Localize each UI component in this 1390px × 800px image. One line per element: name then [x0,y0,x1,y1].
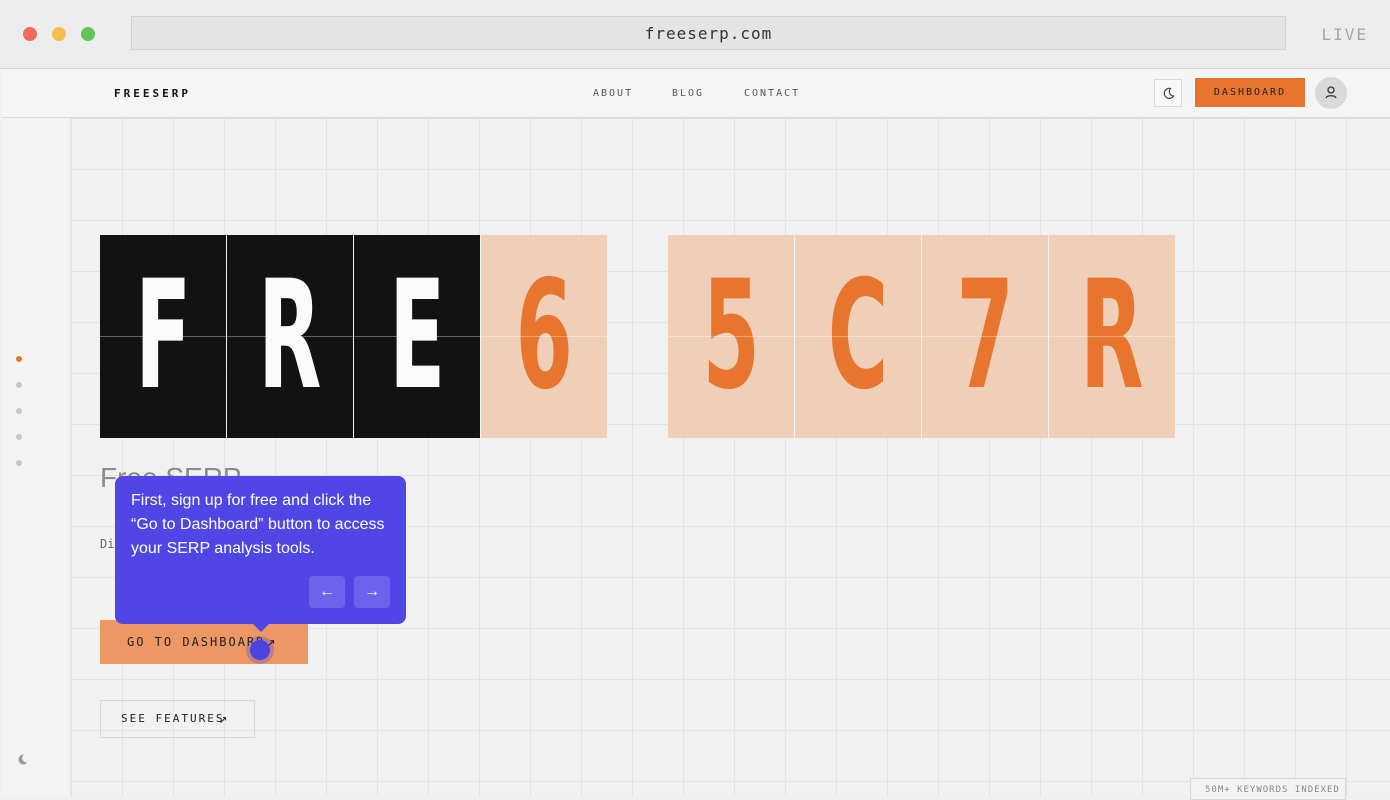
hero-tile-6: C [795,235,921,438]
section-dot-1[interactable] [16,356,22,362]
nav-link-about[interactable]: ABOUT [593,88,633,99]
section-sidebar [2,118,71,796]
hero-tile-8: R [1049,235,1175,438]
see-features-button[interactable]: SEE FEATURES ↗ [100,700,255,738]
hero-tile-5: 5 [668,235,794,438]
minimize-window-button[interactable] [52,27,66,41]
hero-tile-2: R [227,235,353,438]
nav-link-contact[interactable]: CONTACT [744,88,800,99]
keywords-indexed-badge: 50M+ KEYWORDS INDEXED [1190,778,1346,800]
arrow-right-icon: → [364,583,380,600]
hero-tile-7: 7 [922,235,1048,438]
hero-tile-3: E [354,235,480,438]
moon-icon [1163,87,1175,99]
section-dot-2[interactable] [16,382,22,388]
user-avatar-button[interactable] [1315,77,1347,109]
section-dot-4[interactable] [16,434,22,440]
maximize-window-button[interactable] [81,27,95,41]
nav-link-blog[interactable]: BLOG [672,88,704,99]
moon-icon [18,754,28,765]
pointer-cursor [250,640,270,660]
hero-tile-1: F [100,235,226,438]
tooltip-next-button[interactable]: → [354,576,390,608]
arrow-left-icon: ← [319,583,335,600]
hero-grid-background [71,118,1390,796]
url-bar[interactable]: freeserp.com [131,16,1286,50]
browser-toolbar: freeserp.com LIVE [0,0,1390,69]
section-dot-5[interactable] [16,460,22,466]
onboarding-tooltip: First, sign up for free and click the “G… [115,476,406,632]
sidebar-theme-toggle[interactable] [16,752,30,771]
site-header: FREESERP ABOUT BLOG CONTACT DASHBOARD [2,69,1390,118]
close-window-button[interactable] [23,27,37,41]
live-status: LIVE [1321,25,1368,44]
user-icon [1325,86,1337,99]
tooltip-prev-button[interactable]: ← [309,576,345,608]
tooltip-text: First, sign up for free and click the “G… [131,492,385,557]
dashboard-button[interactable]: DASHBOARD [1195,78,1305,107]
section-dot-3[interactable] [16,408,22,414]
features-label: SEE FEATURES [121,712,225,725]
theme-toggle-button[interactable] [1154,79,1182,107]
cta-label: GO TO DASHBOARD [127,635,266,649]
go-to-dashboard-button[interactable]: GO TO DASHBOARD ↗ [100,620,308,664]
hero-tile-4: 6 [481,235,607,438]
arrow-up-right-icon: ↗ [219,711,230,727]
brand-logo[interactable]: FREESERP [114,87,191,100]
